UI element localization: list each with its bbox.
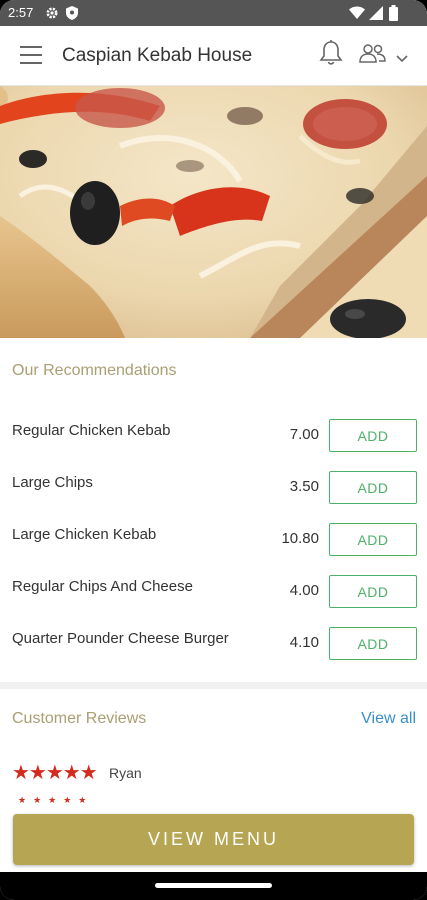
reviews-title: Customer Reviews (12, 710, 147, 727)
review-item: ★★★★★ Ryan (12, 760, 312, 784)
view-all-link[interactable]: View all (361, 710, 416, 728)
reviewer-name: Ryan (109, 765, 142, 781)
shield-icon (66, 6, 78, 23)
view-menu-button[interactable]: VIEW MENU (13, 814, 414, 865)
item-price: 3.50 (289, 478, 319, 495)
home-handle[interactable] (155, 883, 272, 888)
list-item: Large Chips 3.50 ADD (0, 462, 427, 514)
star-rating: ★★★★★ (18, 796, 94, 806)
add-button[interactable]: ADD (329, 419, 417, 452)
list-item: Quarter Pounder Cheese Burger 4.10 ADD (0, 618, 427, 670)
app-bar: Caspian Kebab House (0, 26, 427, 86)
add-button[interactable]: ADD (329, 575, 417, 608)
list-item: Large Chicken Kebab 10.80 ADD (0, 514, 427, 566)
menu-icon[interactable] (20, 46, 42, 64)
item-price: 4.10 (289, 634, 319, 651)
add-button[interactable]: ADD (329, 523, 417, 556)
add-button[interactable]: ADD (329, 627, 417, 660)
chevron-down-icon[interactable] (396, 50, 408, 68)
bell-icon[interactable] (318, 39, 344, 72)
list-item: Regular Chicken Kebab 7.00 ADD (0, 410, 427, 462)
item-name: Regular Chicken Kebab (12, 422, 171, 439)
gesture-navigation-bar (0, 872, 427, 900)
status-time: 2:57 (8, 5, 34, 20)
recommendations-title: Our Recommendations (12, 362, 177, 379)
item-name: Large Chicken Kebab (12, 526, 157, 543)
item-name: Large Chips (12, 474, 93, 491)
list-item: Regular Chips And Cheese 4.00 ADD (0, 566, 427, 618)
battery-icon (389, 5, 398, 24)
recommendations-list: Regular Chicken Kebab 7.00 ADD Large Chi… (0, 410, 427, 670)
item-price: 10.80 (281, 530, 319, 547)
star-rating: ★★★★★ (12, 760, 98, 784)
item-name: Regular Chips And Cheese (12, 578, 193, 595)
item-name: Quarter Pounder Cheese Burger (12, 630, 229, 647)
app-screen: 2:57 Caspian Kebab House Our Recommendat… (0, 0, 427, 900)
status-bar: 2:57 (0, 0, 427, 26)
section-divider (0, 682, 427, 689)
signal-icon (369, 6, 383, 23)
gear-icon (45, 6, 59, 23)
hero-image (0, 86, 427, 338)
users-icon[interactable] (359, 43, 387, 68)
add-button[interactable]: ADD (329, 471, 417, 504)
restaurant-title: Caspian Kebab House (62, 45, 253, 66)
wifi-icon (349, 6, 365, 23)
pizza-photo (0, 86, 427, 338)
item-price: 4.00 (289, 582, 319, 599)
item-price: 7.00 (289, 426, 319, 443)
